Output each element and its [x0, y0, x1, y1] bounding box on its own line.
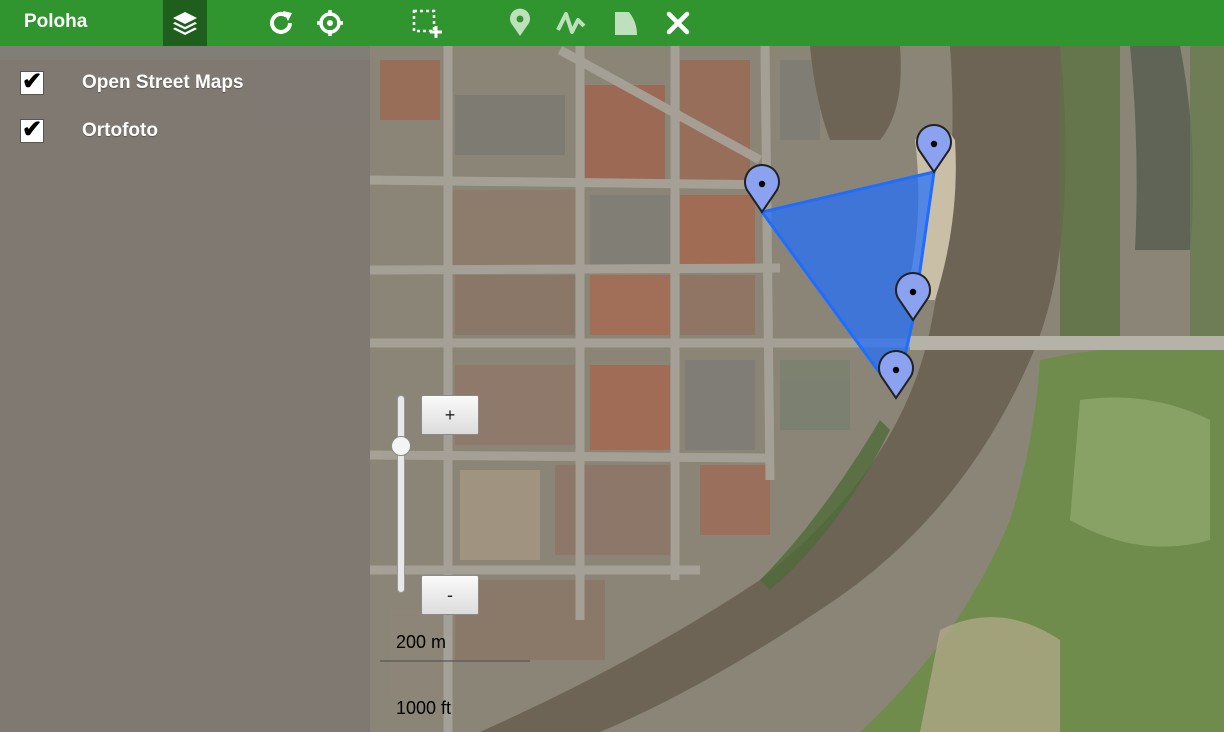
checkmark-icon: ✔ [22, 68, 43, 95]
draw-line-button[interactable] [549, 0, 593, 46]
vertex-marker-1[interactable] [744, 164, 780, 214]
zoom-in-button[interactable]: + [421, 395, 479, 435]
select-area-icon [412, 9, 442, 38]
layer-checkbox-open-street-maps[interactable]: ✔ [20, 68, 44, 95]
marker-icon [510, 8, 530, 37]
refresh-icon [270, 11, 292, 34]
layers-icon [173, 12, 197, 35]
vertex-marker-3[interactable] [895, 272, 931, 322]
close-icon [666, 11, 690, 35]
line-icon [556, 12, 586, 34]
zoom-slider-track[interactable] [397, 395, 405, 593]
add-marker-button[interactable] [498, 0, 542, 46]
app-title: Poloha [24, 11, 88, 32]
polygon-icon [615, 12, 637, 35]
close-button[interactable] [656, 0, 700, 46]
scale-bar [380, 660, 530, 662]
top-toolbar: Poloha [0, 0, 1224, 46]
scale-metric: 200 m [396, 632, 447, 652]
layer-label: Open Street Maps [82, 72, 244, 93]
checkmark-icon: ✔ [22, 116, 43, 143]
vertex-marker-2[interactable] [916, 124, 952, 174]
zoom-out-button[interactable]: - [421, 575, 479, 615]
locate-button[interactable] [308, 0, 352, 46]
layers-button[interactable] [163, 0, 207, 46]
zoom-slider-handle[interactable] [391, 436, 411, 456]
layer-item-ortofoto[interactable]: ✔ Ortofoto [20, 116, 158, 145]
draw-polygon-button[interactable] [604, 0, 648, 46]
scale-imperial: 1000 ft [396, 698, 452, 718]
locate-icon [317, 10, 343, 36]
layer-checkbox-ortofoto[interactable]: ✔ [20, 116, 44, 143]
select-area-button[interactable] [404, 0, 448, 46]
refresh-button[interactable] [259, 0, 303, 46]
vertex-marker-4[interactable] [878, 350, 914, 400]
layer-panel [0, 46, 370, 732]
layer-label: Ortofoto [82, 120, 158, 141]
layer-item-open-street-maps[interactable]: ✔ Open Street Maps [20, 68, 244, 97]
